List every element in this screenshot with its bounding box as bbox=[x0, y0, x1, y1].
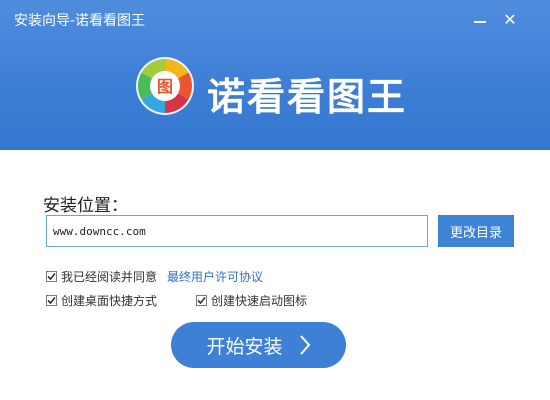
close-icon: ✕ bbox=[503, 10, 517, 29]
start-install-button[interactable]: 开始安装 bbox=[171, 322, 346, 368]
close-button[interactable]: ✕ bbox=[496, 6, 524, 34]
desktop-shortcut-checkbox[interactable] bbox=[46, 295, 57, 306]
app-logo-icon: 图 bbox=[135, 56, 195, 116]
quicklaunch-checkbox[interactable] bbox=[196, 295, 207, 306]
change-directory-button[interactable]: 更改目录 bbox=[438, 215, 514, 247]
header-banner: 安装向导-诺看看图王 ✕ 图 诺看看图王 bbox=[0, 0, 550, 150]
desktop-shortcut-label: 创建桌面快捷方式 bbox=[61, 294, 158, 308]
check-icon bbox=[47, 272, 56, 281]
minimize-button[interactable] bbox=[466, 6, 494, 34]
agree-label: 我已经阅读并同意 bbox=[61, 270, 158, 284]
logo-glyph: 图 bbox=[157, 77, 173, 96]
minimize-icon bbox=[474, 21, 486, 23]
agree-row: 我已经阅读并同意 最终用户许可协议 bbox=[46, 268, 263, 285]
agree-checkbox[interactable] bbox=[46, 271, 57, 282]
chevron-right-icon bbox=[299, 335, 310, 355]
install-location-label: 安装位置： bbox=[43, 196, 128, 216]
license-link[interactable]: 最终用户许可协议 bbox=[167, 268, 263, 285]
brand-name: 诺看看图王 bbox=[207, 75, 408, 119]
start-install-label: 开始安装 bbox=[206, 335, 283, 358]
check-icon bbox=[197, 296, 206, 305]
desktop-shortcut-row: 创建桌面快捷方式 bbox=[46, 292, 157, 309]
check-icon bbox=[47, 296, 56, 305]
window-title: 安装向导-诺看看图王 bbox=[14, 13, 146, 29]
quicklaunch-row: 创建快速启动图标 bbox=[196, 292, 307, 309]
quicklaunch-label: 创建快速启动图标 bbox=[211, 294, 308, 308]
installer-window: 安装向导-诺看看图王 ✕ 图 诺看看图王 安装位置： 更改目录 bbox=[0, 0, 550, 400]
install-path-input[interactable] bbox=[46, 215, 428, 247]
